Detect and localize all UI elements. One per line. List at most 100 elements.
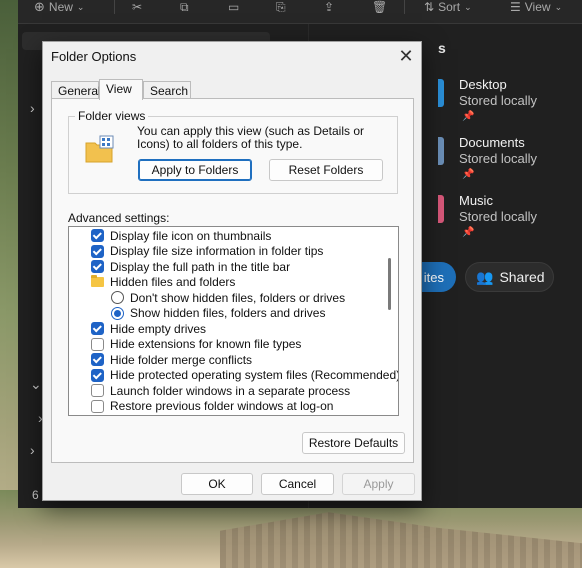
shared-filter-pill[interactable]: 👥 Shared bbox=[465, 262, 554, 292]
scrollbar-thumb[interactable] bbox=[388, 258, 391, 310]
tab-general-label: General bbox=[58, 84, 101, 98]
folder-views-group: Folder views You can apply this view (su… bbox=[68, 109, 398, 194]
chevron-down-icon: ⌄ bbox=[464, 1, 472, 12]
restore-defaults-label: Restore Defaults bbox=[308, 436, 399, 450]
trash-icon: 🗑 bbox=[372, 0, 388, 14]
chevron-down-icon[interactable]: ⌄ bbox=[30, 376, 42, 393]
view-icon: ☰ bbox=[510, 0, 521, 14]
tab-search-label: Search bbox=[150, 84, 189, 98]
scissors-icon: ✂ bbox=[132, 0, 143, 14]
setting-label: Hide empty drives bbox=[110, 321, 207, 336]
setting-row[interactable]: Hide extensions for known file types bbox=[91, 337, 398, 353]
new-button[interactable]: ⊕ New ⌄ bbox=[34, 0, 84, 14]
tab-general[interactable]: General bbox=[51, 81, 101, 99]
people-icon: 👥 bbox=[476, 268, 494, 285]
cancel-label: Cancel bbox=[278, 477, 317, 491]
view-button[interactable]: ☰ View ⌄ bbox=[510, 0, 562, 14]
clipboard-icon: ▭ bbox=[228, 0, 240, 14]
apply-to-folders-button[interactable]: Apply to Folders bbox=[138, 159, 252, 181]
apply-button[interactable]: Apply bbox=[342, 473, 415, 495]
setting-row[interactable]: Display the full path in the title bar bbox=[91, 259, 398, 275]
radio-selected[interactable] bbox=[111, 306, 124, 320]
favorites-pill-label: ites bbox=[423, 269, 444, 285]
setting-label: Show hidden files, folders and drives bbox=[130, 306, 326, 321]
checkbox-checked[interactable] bbox=[91, 322, 104, 336]
folder-tile-documents[interactable]: Documents Stored locally 📌 bbox=[438, 135, 582, 189]
setting-row[interactable]: Launch folder windows in a separate proc… bbox=[91, 383, 398, 399]
folder-status: Stored locally bbox=[459, 93, 538, 108]
folder-icon bbox=[438, 79, 444, 107]
folder-tile-music[interactable]: Music Stored locally 📌 bbox=[438, 193, 582, 247]
sort-icon: ⇅ bbox=[424, 0, 435, 14]
tab-view-label: View bbox=[106, 82, 132, 96]
copy-button[interactable]: ⧉ bbox=[180, 0, 189, 14]
checkbox-unchecked[interactable] bbox=[91, 384, 104, 398]
folder-name: Music bbox=[459, 193, 493, 208]
share-icon: ⇪ bbox=[324, 0, 335, 14]
checkbox-unchecked[interactable] bbox=[91, 337, 104, 351]
nav-item-count: 6 bbox=[32, 488, 39, 502]
explorer-toolbar: ⊕ New ⌄ ✂ ⧉ ▭ ⎘ ⇪ 🗑 ⇅ Sort ⌄ ☰ View ⌄ bbox=[18, 0, 582, 24]
copy-icon: ⧉ bbox=[180, 0, 189, 14]
reset-folders-button[interactable]: Reset Folders bbox=[269, 159, 383, 181]
close-icon: ✕ bbox=[398, 45, 414, 66]
tab-search[interactable]: Search bbox=[143, 81, 191, 99]
folder-icon bbox=[438, 137, 444, 165]
setting-row[interactable]: Restore previous folder windows at log-o… bbox=[91, 399, 398, 415]
pin-icon: 📌 bbox=[462, 111, 475, 122]
checkbox-checked[interactable] bbox=[91, 244, 104, 258]
folder-views-description: You can apply this view (such as Details… bbox=[137, 124, 365, 151]
checkbox-checked[interactable] bbox=[91, 260, 104, 274]
chevron-right-icon[interactable]: › bbox=[30, 100, 35, 116]
plus-circle-icon: ⊕ bbox=[34, 0, 45, 14]
setting-label: Launch folder windows in a separate proc… bbox=[110, 383, 351, 398]
setting-label: Display the full path in the title bar bbox=[110, 259, 291, 274]
folder-status: Stored locally bbox=[459, 151, 538, 166]
setting-label: Hide protected operating system files (R… bbox=[110, 368, 399, 383]
checkbox-checked[interactable] bbox=[91, 229, 104, 243]
delete-button[interactable]: 🗑 bbox=[372, 0, 387, 14]
checkbox-unchecked[interactable] bbox=[91, 399, 104, 413]
rename-icon: ⎘ bbox=[276, 0, 286, 14]
paste-button[interactable]: ▭ bbox=[228, 0, 239, 14]
setting-label: Restore previous folder windows at log-o… bbox=[110, 399, 334, 414]
checkbox-checked[interactable] bbox=[91, 353, 104, 367]
folder-icon bbox=[91, 275, 104, 288]
radio-unselected[interactable] bbox=[111, 291, 124, 305]
setting-label: Display file size information in folder … bbox=[110, 244, 324, 259]
folder-views-label: Folder views bbox=[75, 109, 149, 123]
setting-label: Display file icon on thumbnails bbox=[110, 228, 272, 243]
setting-label: Hide folder merge conflicts bbox=[110, 352, 253, 367]
setting-row[interactable]: Don't show hidden files, folders or driv… bbox=[111, 290, 398, 306]
rename-button[interactable]: ⎘ bbox=[276, 0, 286, 14]
setting-row[interactable]: Display file icon on thumbnails bbox=[91, 228, 398, 244]
chevron-right-icon[interactable]: › bbox=[30, 442, 35, 458]
setting-row[interactable]: Hide folder merge conflicts bbox=[91, 352, 398, 368]
folder-tile-desktop[interactable]: Desktop Stored locally 📌 bbox=[438, 77, 582, 131]
setting-row[interactable]: Show hidden files, folders and drives bbox=[111, 306, 398, 322]
chevron-down-icon: ⌄ bbox=[554, 1, 563, 12]
pin-icon: 📌 bbox=[462, 227, 475, 238]
toolbar-separator bbox=[404, 0, 405, 14]
setting-row[interactable]: Hide protected operating system files (R… bbox=[91, 368, 399, 384]
setting-row[interactable]: Hide empty drives bbox=[91, 321, 398, 337]
sort-button[interactable]: ⇅ Sort ⌄ bbox=[424, 0, 472, 14]
restore-defaults-button[interactable]: Restore Defaults bbox=[302, 432, 405, 454]
folder-name: Desktop bbox=[459, 77, 507, 92]
checkbox-checked[interactable] bbox=[91, 368, 104, 382]
pin-icon: 📌 bbox=[462, 169, 475, 180]
toolbar-separator bbox=[114, 0, 115, 14]
ok-button[interactable]: OK bbox=[181, 473, 253, 495]
close-button[interactable]: ✕ bbox=[391, 42, 421, 70]
share-button[interactable]: ⇪ bbox=[324, 0, 334, 14]
folder-icon bbox=[438, 195, 444, 223]
ok-label: OK bbox=[208, 477, 226, 491]
cancel-button[interactable]: Cancel bbox=[261, 473, 334, 495]
setting-group-row: Hidden files and folders bbox=[91, 275, 398, 291]
view-button-label: View bbox=[524, 0, 551, 14]
setting-label: Hide extensions for known file types bbox=[110, 337, 302, 352]
advanced-settings-list[interactable]: Display file icon on thumbnails Display … bbox=[68, 226, 399, 416]
setting-row[interactable]: Display file size information in folder … bbox=[91, 244, 398, 260]
cut-button[interactable]: ✂ bbox=[132, 0, 142, 14]
tab-view[interactable]: View bbox=[99, 79, 143, 100]
